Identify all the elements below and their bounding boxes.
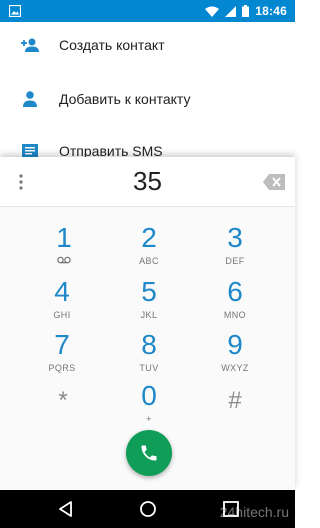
key-letters: JKL — [140, 310, 158, 320]
key-digit: 9 — [227, 329, 243, 360]
menu-item-create-contact[interactable]: Создать контакт — [0, 25, 295, 65]
key-digit: 5 — [141, 276, 157, 307]
home-icon[interactable] — [139, 500, 157, 518]
signal-icon — [225, 5, 237, 17]
dialpad-key-5[interactable]: 5 JKL — [114, 277, 184, 327]
navigation-bar: 24hitech.ru — [0, 490, 295, 528]
call-button[interactable] — [126, 430, 172, 476]
menu-item-label: Создать контакт — [59, 37, 165, 53]
digits-row: 35 — [0, 157, 295, 207]
overflow-menu-icon[interactable] — [16, 173, 26, 191]
menu-item-send-sms[interactable]: Отправить SMS — [0, 131, 295, 157]
key-digit: 0 — [141, 380, 157, 411]
key-letters: GHI — [53, 310, 71, 320]
key-letters: WXYZ — [221, 363, 249, 373]
dialpad-key-7[interactable]: 7 PQRS — [27, 330, 97, 380]
key-digit: 3 — [227, 222, 243, 253]
dialpad-key-9[interactable]: 9 WXYZ — [200, 330, 270, 380]
key-digit: 7 — [54, 329, 70, 360]
key-digit: * — [58, 387, 68, 414]
dialpad-key-hash[interactable]: # — [200, 386, 270, 436]
person-icon — [23, 91, 37, 107]
battery-icon — [242, 5, 250, 17]
key-digit: 8 — [141, 329, 157, 360]
dialpad: 35 1 2 ABC 3 DEF 4 GHI 5 JKL 6 MNO 7 PQR… — [0, 157, 295, 490]
key-digit: 1 — [56, 222, 72, 253]
backspace-icon[interactable] — [263, 174, 285, 190]
key-digit: 2 — [141, 222, 157, 253]
clock: 18:46 — [255, 4, 287, 18]
key-digit: 6 — [227, 276, 243, 307]
watermark: 24hitech.ru — [219, 504, 289, 520]
key-letters: ABC — [139, 256, 159, 266]
menu-item-label: Добавить к контакту — [59, 91, 191, 107]
key-digit: # — [228, 387, 242, 414]
add-person-icon — [21, 38, 39, 52]
dialpad-key-6[interactable]: 6 MNO — [200, 277, 270, 327]
dialpad-key-3[interactable]: 3 DEF — [200, 223, 270, 273]
key-letters: TUV — [139, 363, 159, 373]
menu-item-add-to-contact[interactable]: Добавить к контакту — [0, 79, 295, 119]
key-letters: DEF — [225, 256, 245, 266]
message-icon — [22, 144, 38, 157]
dialpad-key-star[interactable]: * — [28, 386, 98, 436]
voicemail-icon — [57, 256, 71, 264]
dialpad-key-4[interactable]: 4 GHI — [27, 277, 97, 327]
key-letters: MNO — [223, 310, 247, 320]
dialpad-key-2[interactable]: 2 ABC — [114, 223, 184, 273]
phone-icon — [141, 445, 157, 461]
contact-actions-menu: Создать контакт Добавить к контакту Отпр… — [0, 22, 295, 157]
status-bar: 18:46 — [0, 0, 295, 22]
dialpad-key-0[interactable]: 0 + — [114, 381, 184, 431]
dialpad-key-1[interactable]: 1 — [29, 223, 99, 273]
wifi-icon — [205, 6, 220, 17]
key-letters: PQRS — [48, 363, 76, 373]
dialpad-key-8[interactable]: 8 TUV — [114, 330, 184, 380]
dialed-number[interactable]: 35 — [60, 166, 235, 197]
photo-icon — [9, 5, 21, 17]
key-letters: + — [146, 414, 152, 424]
menu-item-label: Отправить SMS — [59, 143, 163, 157]
back-icon[interactable] — [57, 500, 75, 518]
key-digit: 4 — [54, 276, 70, 307]
